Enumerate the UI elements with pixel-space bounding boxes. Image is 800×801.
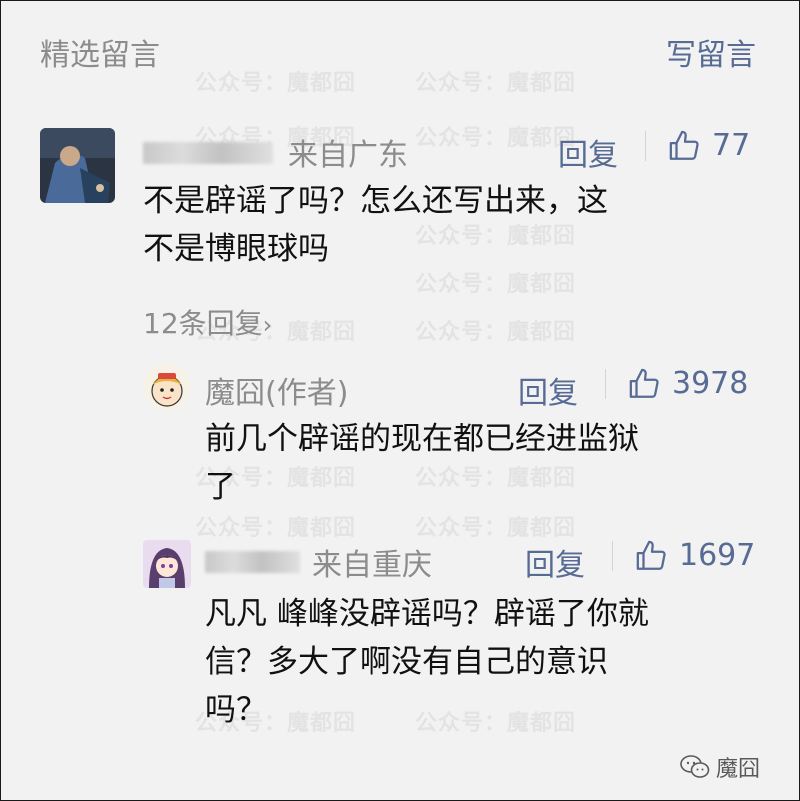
comment-location: 来自重庆 bbox=[312, 548, 432, 583]
like-button[interactable]: 3978 bbox=[628, 366, 748, 401]
thumbs-up-icon bbox=[636, 540, 666, 570]
reply-button[interactable]: 回复 bbox=[518, 368, 578, 412]
thumbs-up-icon bbox=[629, 368, 659, 398]
replies-count: 12条回复 bbox=[143, 307, 263, 340]
chevron-right-icon: › bbox=[262, 311, 273, 339]
comment-location: 来自广东 bbox=[288, 138, 408, 173]
write-comment-button[interactable]: 写留言 bbox=[666, 30, 756, 74]
divider bbox=[645, 131, 646, 161]
section-title: 精选留言 bbox=[40, 38, 160, 73]
username-hidden bbox=[205, 551, 300, 573]
reply-text: 前几个辟谣的现在都已经进监狱 了 bbox=[205, 421, 639, 505]
reply-button[interactable]: 回复 bbox=[525, 540, 585, 584]
author-avatar[interactable] bbox=[143, 363, 191, 411]
wechat-icon bbox=[680, 755, 710, 778]
like-button[interactable]: 77 bbox=[668, 128, 750, 163]
comment-text: 不是辟谣了吗？怎么还写出来，这 不是博眼球吗 bbox=[143, 183, 608, 267]
username-hidden bbox=[143, 142, 273, 164]
reply-button[interactable]: 回复 bbox=[558, 130, 618, 174]
thumbs-up-icon bbox=[669, 130, 699, 160]
divider bbox=[605, 369, 606, 399]
like-count: 1697 bbox=[679, 538, 756, 573]
author-name: 魔囧(作者) bbox=[205, 376, 349, 411]
reply-text: 凡凡 峰峰没辟谣吗？辟谣了你就 信？多大了啊没有自己的意识 吗？ bbox=[205, 596, 649, 728]
avatar[interactable] bbox=[40, 128, 115, 203]
view-replies-link[interactable]: 12条回复› bbox=[143, 302, 272, 342]
like-count: 3978 bbox=[672, 366, 749, 401]
footer-brand: 魔囧 bbox=[680, 751, 760, 783]
divider bbox=[612, 541, 613, 571]
like-button[interactable]: 1697 bbox=[635, 538, 755, 573]
like-count: 77 bbox=[712, 128, 751, 163]
footer-brand-name: 魔囧 bbox=[715, 757, 760, 782]
avatar[interactable] bbox=[143, 540, 191, 588]
